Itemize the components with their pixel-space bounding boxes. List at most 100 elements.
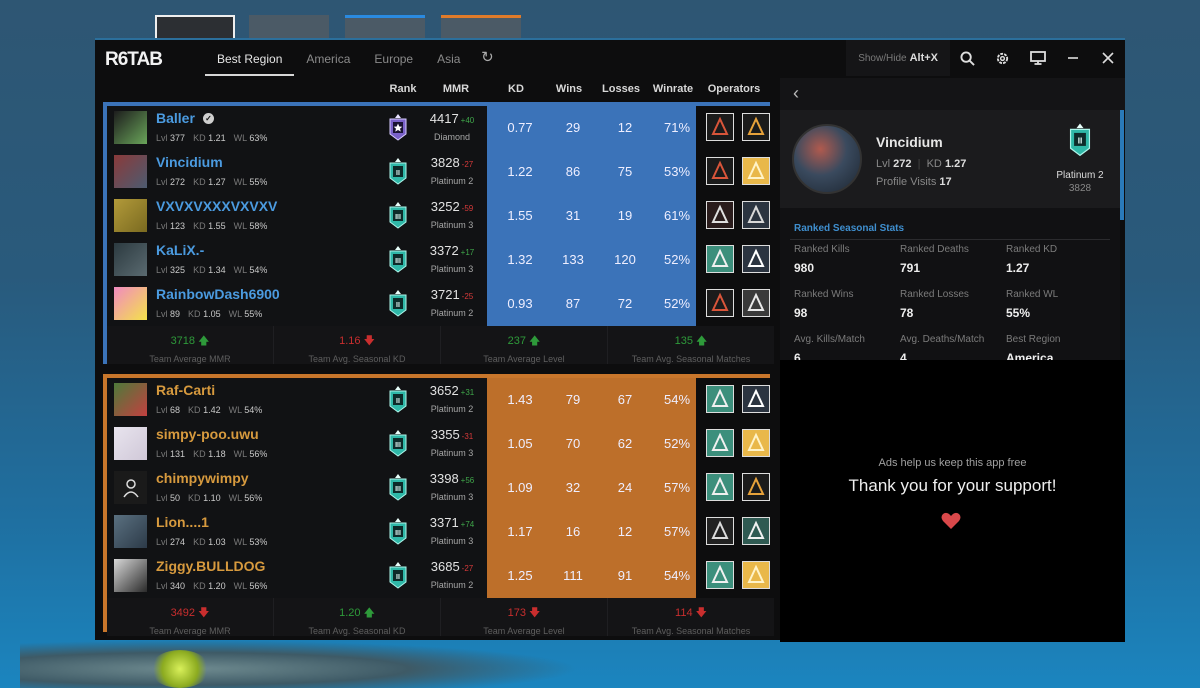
stat-label: Avg. Deaths/Match xyxy=(900,334,985,345)
ranked-stat: Ranked WL 55% xyxy=(1006,289,1112,320)
close-icon[interactable] xyxy=(1090,40,1125,76)
lvl-label: Lvl xyxy=(156,405,168,415)
ranked-stats-panel: Ranked Seasonal Stats Ranked Kills 980 Ran… xyxy=(780,208,1120,360)
player-cell: Baller ✓ Lvl 377 KD 1.21 WL 63% 4417 +40 Diamon… xyxy=(107,106,487,150)
player-name[interactable]: Raf-Carti xyxy=(156,382,215,398)
backpack-operator-icon[interactable] xyxy=(742,201,770,229)
player-summary: Lvl 274 KD 1.03 WL 53% xyxy=(156,537,275,547)
search-icon[interactable] xyxy=(950,40,985,76)
player-row[interactable]: Baller ✓ Lvl 377 KD 1.21 WL 63% 4417 +40 Diamon… xyxy=(107,106,774,150)
hammer-operator-icon[interactable] xyxy=(706,517,734,545)
player-row[interactable]: Ziggy.BULLDOG Lvl 340 KD 1.20 WL 56% II 3685-… xyxy=(107,554,774,598)
platinum-rank-icon: III xyxy=(387,200,409,230)
monitor-icon[interactable] xyxy=(1020,40,1055,76)
player-wl: 53% xyxy=(249,537,268,547)
tab-asia[interactable]: Asia xyxy=(425,40,472,76)
lightning-operator-icon[interactable] xyxy=(706,113,734,141)
bolt-operator-icon[interactable] xyxy=(742,113,770,141)
summary-number: 3492 xyxy=(170,607,196,619)
medic-operator-icon[interactable] xyxy=(742,245,770,273)
player-name[interactable]: chimpywimpy xyxy=(156,470,249,486)
player-avatar[interactable] xyxy=(114,559,147,592)
mmr-value: 3355 xyxy=(430,427,460,442)
mmr-value: 3252 xyxy=(430,199,460,214)
player-name[interactable]: Baller ✓ xyxy=(156,110,214,126)
col-wins[interactable]: Wins xyxy=(556,83,582,95)
col-winrate[interactable]: Winrate xyxy=(653,83,693,95)
wings-operator-icon[interactable] xyxy=(706,473,734,501)
rank-name: Platinum 2 xyxy=(430,308,474,318)
gear-operator-icon[interactable] xyxy=(706,201,734,229)
lvl-label: Lvl xyxy=(156,309,168,319)
player-level: 50 xyxy=(170,493,181,503)
player-row[interactable]: Raf-Carti Lvl 68 KD 1.42 WL 54% II 3652 +31 Pla… xyxy=(107,378,774,422)
back-chevron-icon[interactable]: ‹ xyxy=(780,78,812,110)
hexagon-operator-icon[interactable] xyxy=(742,157,770,185)
player-name[interactable]: RainbowDash6900 xyxy=(156,286,280,302)
player-avatar[interactable] xyxy=(114,111,147,144)
player-avatar[interactable] xyxy=(114,243,147,276)
minimize-icon[interactable] xyxy=(1055,40,1090,76)
platinum-rank-icon: III xyxy=(387,472,409,502)
player-avatar[interactable] xyxy=(114,287,147,320)
tab-europe[interactable]: Europe xyxy=(362,40,425,76)
summary-label: Team Avg. Seasonal KD xyxy=(308,354,406,364)
player-row[interactable]: Lion....1 Lvl 274 KD 1.03 WL 53% III 3371 +74 P… xyxy=(107,510,774,554)
wings-operator-icon[interactable] xyxy=(706,245,734,273)
stat-value: 1.27 xyxy=(1006,261,1030,275)
bolt-operator-icon[interactable] xyxy=(742,473,770,501)
refresh-icon[interactable]: ↻ xyxy=(472,40,502,76)
summary-label: Team Average MMR xyxy=(149,626,231,636)
medic-operator-icon[interactable] xyxy=(742,385,770,413)
col-rank[interactable]: Rank xyxy=(390,83,417,95)
wings-operator-icon[interactable] xyxy=(706,561,734,589)
player-avatar[interactable] xyxy=(114,199,147,232)
ranked-stat: Best Region America xyxy=(1006,334,1112,360)
lightning-operator-icon[interactable] xyxy=(706,157,734,185)
player-avatar[interactable] xyxy=(114,427,147,460)
region-tabs: Best Region America Europe Asia ↻ xyxy=(205,40,502,76)
arrow-up-icon: 🡅 xyxy=(363,607,375,619)
player-name[interactable]: Ziggy.BULLDOG xyxy=(156,558,265,574)
player-name[interactable]: simpy-poo.uwu xyxy=(156,426,259,442)
skull-operator-icon[interactable] xyxy=(742,517,770,545)
player-row[interactable]: Vincidium Lvl 272 KD 1.27 WL 55% II 3828 -27 Pl… xyxy=(107,150,774,194)
player-row[interactable]: chimpywimpy Lvl 50 KD 1.10 WL 56% III 3398 +56… xyxy=(107,466,774,510)
tab-best-region[interactable]: Best Region xyxy=(205,40,295,76)
wings-operator-icon[interactable] xyxy=(706,429,734,457)
player-avatar[interactable] xyxy=(114,155,147,188)
sidebar-scrollbar[interactable] xyxy=(1120,110,1124,220)
seasonal-kd: 0.93 xyxy=(507,296,533,311)
lvl-label: Lvl xyxy=(156,177,168,187)
seasonal-kd: 1.09 xyxy=(507,480,533,495)
book-operator-icon[interactable] xyxy=(742,289,770,317)
player-name-text: Baller xyxy=(156,110,195,126)
player-cell: Raf-Carti Lvl 68 KD 1.42 WL 54% II 3652 +31 Pla… xyxy=(107,378,487,422)
gear-icon[interactable] xyxy=(985,40,1020,76)
hexagon-operator-icon[interactable] xyxy=(742,429,770,457)
player-name[interactable]: VXVXVXXXVXVXV xyxy=(156,198,277,214)
wings-operator-icon[interactable] xyxy=(706,385,734,413)
stat-value: 791 xyxy=(900,261,921,275)
player-row[interactable]: simpy-poo.uwu Lvl 131 KD 1.18 WL 56% III 3355… xyxy=(107,422,774,466)
player-name[interactable]: Lion....1 xyxy=(156,514,209,530)
hexagon-operator-icon[interactable] xyxy=(742,561,770,589)
player-avatar[interactable] xyxy=(114,515,147,548)
lightning-operator-icon[interactable] xyxy=(706,289,734,317)
summary-value: 237 🡅 xyxy=(441,332,607,351)
col-kd[interactable]: KD xyxy=(508,83,524,95)
col-mmr[interactable]: MMR xyxy=(443,83,469,95)
player-mmr: 3252 -59 xyxy=(422,199,482,214)
player-avatar[interactable] xyxy=(114,383,147,416)
wl-label: WL xyxy=(233,537,247,547)
show-hide-hotkey: Alt+X xyxy=(909,52,938,64)
player-row[interactable]: RainbowDash6900 Lvl 89 KD 1.05 WL 55% II 3721… xyxy=(107,282,774,326)
player-name[interactable]: KaLiX.- xyxy=(156,242,204,258)
player-row[interactable]: KaLiX.- Lvl 325 KD 1.34 WL 54% III 3372 +17 Pla… xyxy=(107,238,774,282)
player-row[interactable]: VXVXVXXXVXVXV Lvl 123 KD 1.55 WL 58% III 3252… xyxy=(107,194,774,238)
wl-label: WL xyxy=(228,405,242,415)
col-losses[interactable]: Losses xyxy=(602,83,640,95)
tab-america[interactable]: America xyxy=(294,40,362,76)
player-name[interactable]: Vincidium xyxy=(156,154,223,170)
player-summary: Lvl 377 KD 1.21 WL 63% xyxy=(156,133,275,143)
